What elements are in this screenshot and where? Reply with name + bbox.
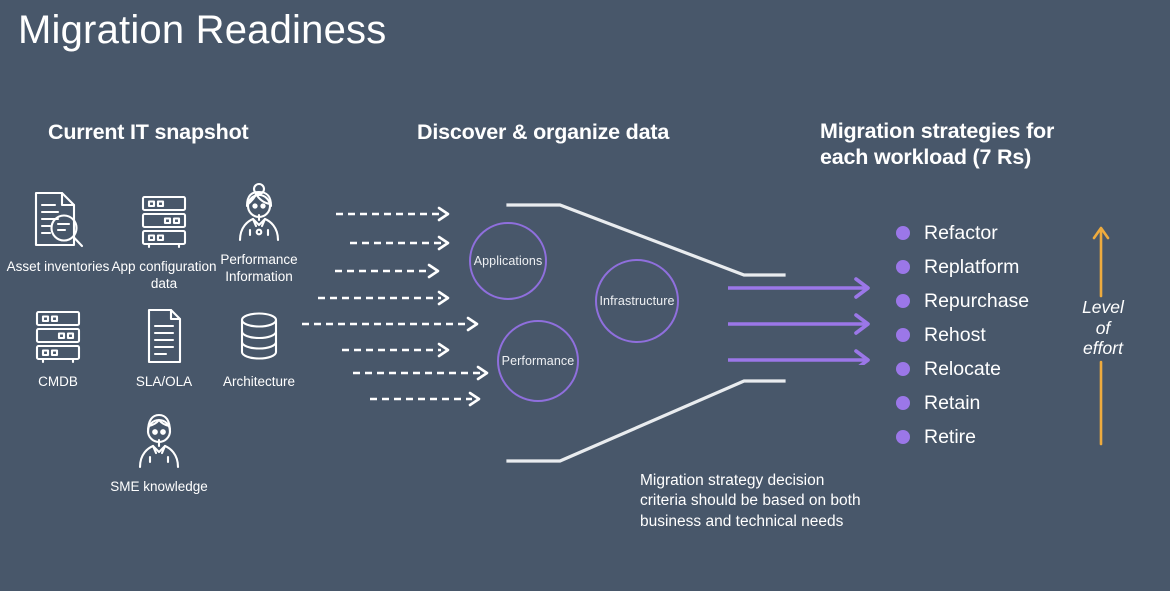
list-item-label: Refactor	[924, 221, 998, 244]
tile-sme-knowledge: SME knowledge	[104, 405, 214, 496]
database-icon	[204, 300, 314, 372]
list-item[interactable]: Replatform	[896, 250, 1029, 284]
list-item-label: Relocate	[924, 357, 1001, 380]
list-item[interactable]: Repurchase	[896, 284, 1029, 318]
tile-sla-ola: SLA/OLA	[109, 300, 219, 391]
bullet-dot-icon	[896, 430, 910, 444]
level-of-effort-line1: Level	[1082, 297, 1124, 317]
tile-label: CMDB	[38, 374, 78, 389]
server-rack-icon	[109, 185, 219, 257]
tile-performance-information: Performance Information	[204, 178, 314, 286]
tile-label: App configuration data	[111, 259, 217, 291]
decision-criteria-caption: Migration strategy decision criteria sho…	[640, 471, 910, 532]
list-item-label: Retire	[924, 425, 977, 448]
section-heading-current-it: Current IT snapshot	[48, 120, 249, 144]
tile-label: SLA/OLA	[135, 374, 193, 389]
level-of-effort-label: Level of effort	[1063, 297, 1143, 359]
caption-line3: business and technical needs	[640, 512, 844, 530]
section-heading-discover: Discover & organize data	[417, 120, 670, 144]
tile-cmdb: CMDB	[3, 300, 113, 391]
page-title: Migration Readiness	[18, 8, 387, 52]
list-item-label: Retain	[924, 391, 981, 414]
document-icon	[109, 300, 219, 372]
migration-strategy-list: Refactor Replatform Repurchase Rehost Re…	[896, 216, 1029, 454]
tile-label: Asset inventories	[6, 259, 110, 274]
bullet-dot-icon	[896, 226, 910, 240]
server-rack-icon	[3, 300, 113, 372]
list-item-label: Rehost	[924, 323, 986, 346]
slide-canvas: Migration Readiness Current IT snapshot …	[0, 0, 1170, 591]
list-item[interactable]: Retain	[896, 386, 1029, 420]
tile-architecture: Architecture	[204, 300, 314, 391]
bullet-dot-icon	[896, 396, 910, 410]
section-heading-strategies-line1: Migration strategies for	[820, 119, 1055, 143]
document-search-icon	[3, 185, 113, 257]
level-of-effort-line2: of	[1095, 317, 1111, 338]
bullet-dot-icon	[896, 294, 910, 308]
section-heading-strategies: Migration strategies for each workload (…	[820, 118, 1120, 170]
list-item[interactable]: Rehost	[896, 318, 1029, 352]
bullet-dot-icon	[896, 260, 910, 274]
bullet-dot-icon	[896, 362, 910, 376]
tile-label: Performance Information	[220, 252, 298, 284]
level-of-effort-line3: effort	[1083, 338, 1123, 359]
person-icon	[104, 405, 214, 477]
tile-label: SME knowledge	[110, 479, 208, 494]
caption-line2: criteria should be based on both	[640, 492, 861, 510]
bullet-dot-icon	[896, 328, 910, 342]
tile-label: Architecture	[222, 374, 296, 389]
caption-line1: Migration strategy decision	[640, 472, 825, 489]
list-item-label: Repurchase	[924, 289, 1030, 312]
list-item[interactable]: Retire	[896, 420, 1029, 454]
list-item[interactable]: Refactor	[896, 216, 1029, 250]
person-headset-icon	[204, 178, 314, 250]
tile-app-configuration-data: App configuration data	[109, 185, 219, 293]
list-item-label: Replatform	[924, 255, 1020, 278]
tile-asset-inventories: Asset inventories	[3, 185, 113, 276]
purple-arrow-group	[728, 277, 870, 365]
list-item[interactable]: Relocate	[896, 352, 1029, 386]
section-heading-strategies-line2: each workload (7 Rs)	[820, 145, 1032, 170]
